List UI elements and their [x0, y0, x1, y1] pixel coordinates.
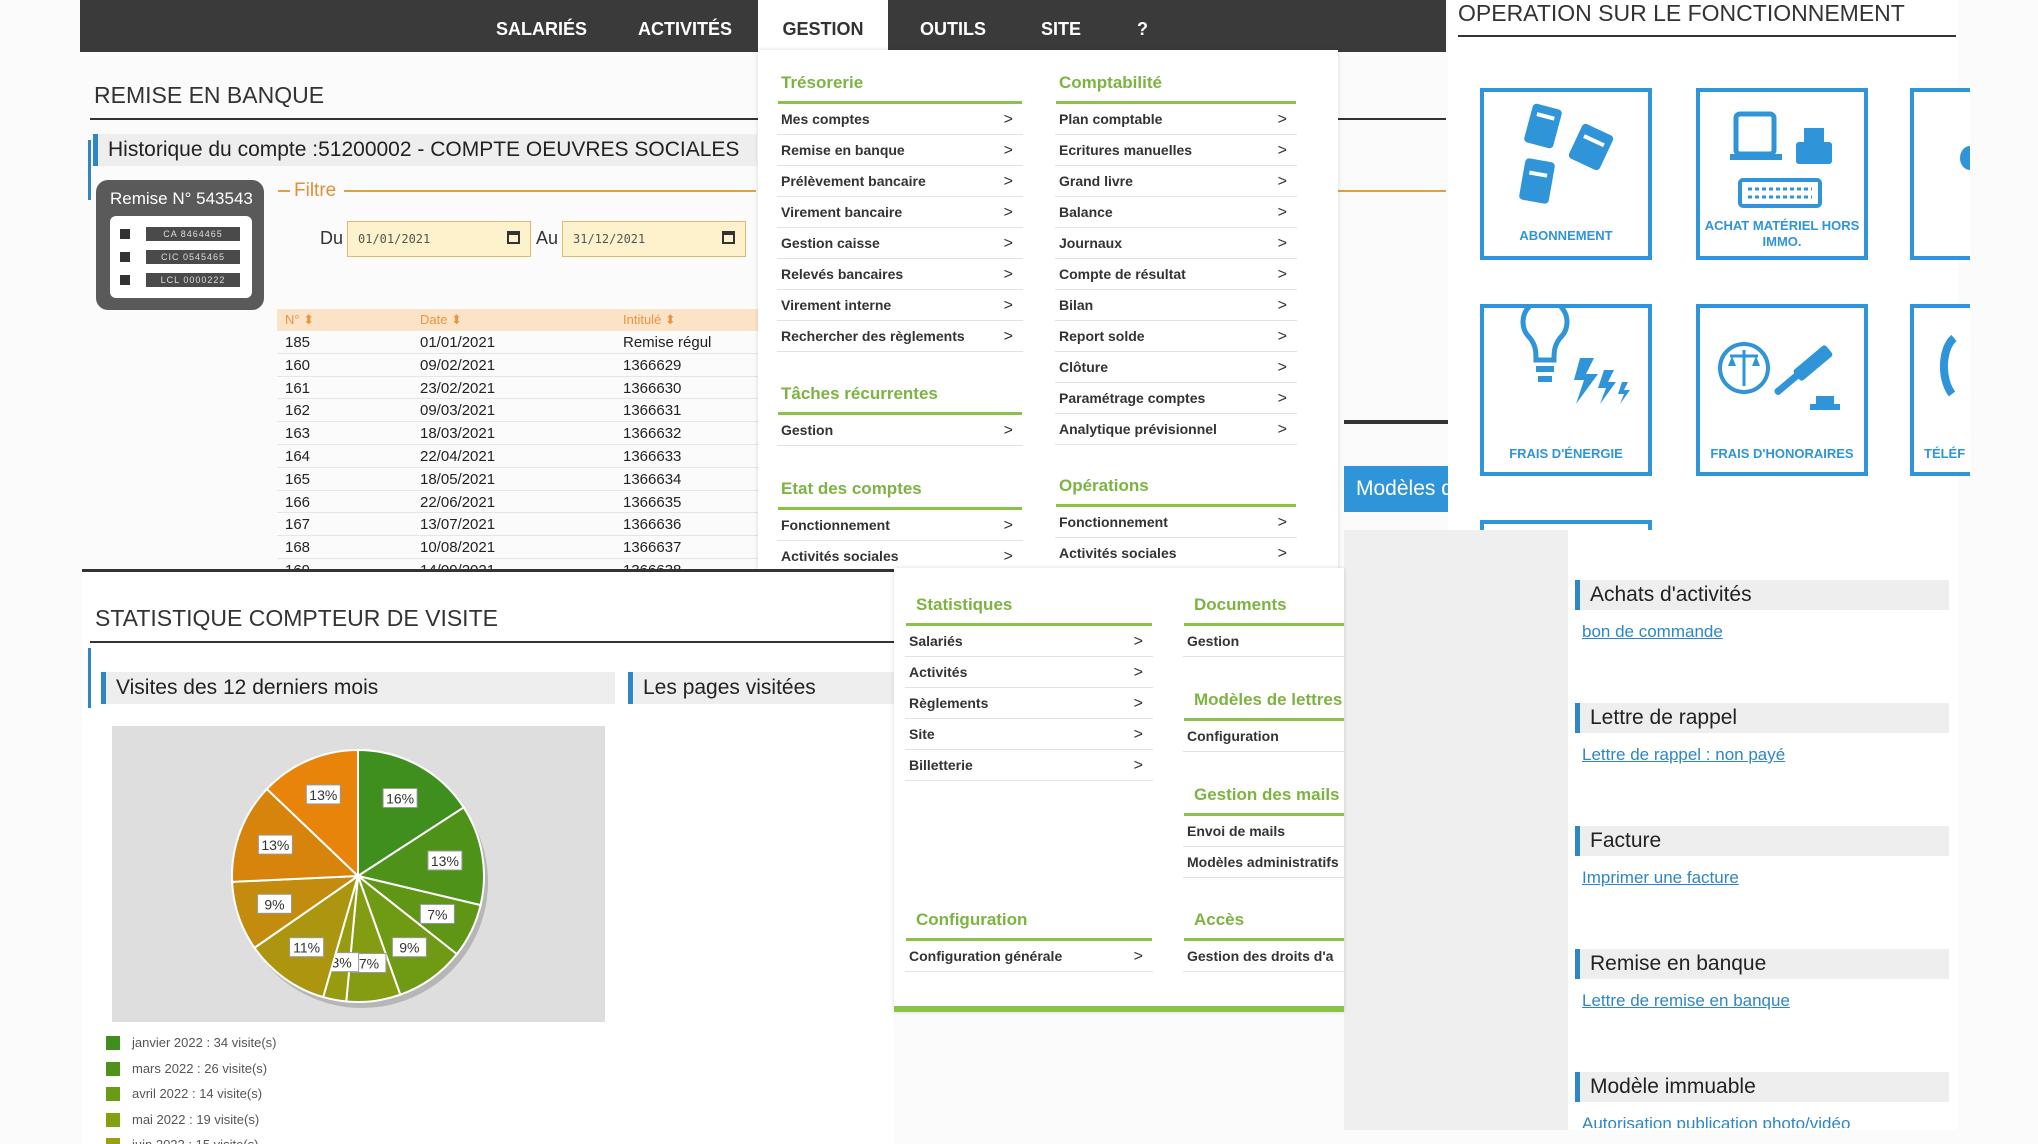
menu-item-label: Configuration: [1187, 728, 1279, 744]
pie-label-text: 13%: [309, 787, 337, 803]
pie-label-text: 11%: [293, 940, 320, 956]
document-link[interactable]: Autorisation publication photo/vidéo: [1582, 1114, 1850, 1128]
visits-panel-title: Visites des 12 derniers mois: [101, 672, 615, 704]
menu-item-label: Gestion des droits d'a: [1187, 948, 1334, 964]
screen: SALARIÉS ACTIVITÉS GESTION OUTILS SITE ?…: [0, 0, 2038, 1144]
menu-item-stats[interactable]: Activités >: [905, 657, 1153, 688]
pie-label: 9%: [256, 893, 292, 914]
pie-label: 16%: [382, 787, 418, 808]
stats-section-rule: [90, 641, 894, 643]
panel-accent: [88, 648, 91, 708]
pie-label: 11%: [289, 937, 325, 958]
menu-item-label: Configuration générale: [909, 948, 1063, 964]
pie-label-text: 16%: [386, 790, 414, 806]
pie-label: 13%: [427, 850, 463, 871]
chevron-right-icon: >: [1133, 633, 1143, 650]
menu-item-label: Salariés: [909, 633, 963, 649]
document-section-title: Lettre de rappel: [1575, 703, 1949, 733]
stats-section-title: STATISTIQUE COMPTEUR DE VISITE: [95, 605, 498, 631]
menu-head-gestion-mails: Gestion des mails: [1194, 785, 1340, 804]
document-link[interactable]: bon de commande: [1582, 622, 1723, 642]
pie-label-text: 13%: [261, 837, 289, 853]
visits-pie-chart: 16% 13% 7% 9% 7% 3% 11% 9% 13% 13%: [112, 726, 605, 1022]
menu-item-stats[interactable]: Règlements >: [905, 688, 1153, 719]
document-section-title: Modèle immuable: [1575, 1072, 1949, 1102]
document-section-title: Remise en banque: [1575, 949, 1949, 979]
menu-item-configuration[interactable]: Configuration générale >: [905, 941, 1153, 972]
menu-item-label: Billetterie: [909, 757, 973, 773]
menu-item-label: Règlements: [909, 695, 989, 711]
menu-item-gestion_mails[interactable]: Modèles administratifs>: [1183, 847, 1344, 878]
menu-head-documents: Documents: [1194, 595, 1287, 614]
menu-item-label: Modèles administratifs: [1187, 854, 1339, 870]
menu-item-gestion_mails[interactable]: Envoi de mails>: [1183, 816, 1344, 847]
menu-item-label: Site: [909, 726, 935, 742]
menu-head-configuration: Configuration: [916, 910, 1028, 929]
menu-item-label: Envoi de mails: [1187, 823, 1286, 839]
pie-label-text: 9%: [399, 940, 419, 956]
document-section-title: Facture: [1575, 826, 1949, 856]
pie-label-text: 9%: [264, 896, 284, 912]
pie-label: 7%: [419, 903, 455, 924]
menu-item-documents[interactable]: Gestion>: [1183, 626, 1344, 657]
menu-item-label: Gestion: [1187, 633, 1240, 649]
pages-panel-title: Les pages visitées: [628, 672, 894, 704]
menu-item-stats[interactable]: Billetterie >: [905, 750, 1153, 781]
menu-head-acces: Accès: [1194, 910, 1245, 929]
menu-item-acces[interactable]: Gestion des droits d'a>: [1183, 941, 1344, 972]
pie-label-text: 7%: [427, 906, 447, 922]
chevron-right-icon: >: [1133, 948, 1143, 965]
document-link[interactable]: Imprimer une facture: [1582, 868, 1739, 888]
pie-label-text: 7%: [359, 956, 379, 972]
menu-item-stats[interactable]: Salariés >: [905, 626, 1153, 657]
menu-item-modeles_lettres[interactable]: Configuration>: [1183, 721, 1344, 752]
document-section-title: Achats d'activités: [1575, 580, 1949, 610]
pie-label: 13%: [257, 834, 293, 855]
pie-label: 13%: [305, 784, 341, 805]
pie-label: 9%: [391, 937, 427, 958]
document-link[interactable]: Lettre de rappel : non payé: [1582, 745, 1785, 765]
chevron-right-icon: >: [1133, 664, 1143, 681]
pie-chart-svg: 16%13%7%9%7%3%11%9%13%13%: [231, 748, 488, 1008]
chevron-right-icon: >: [1133, 726, 1143, 743]
menu-head-statistiques: Statistiques: [916, 595, 1013, 614]
menu-head-modeles-lettres: Modèles de lettres: [1194, 690, 1343, 709]
pie-label-text: 13%: [431, 853, 459, 869]
chevron-right-icon: >: [1133, 757, 1143, 774]
menu-item-label: Activités: [909, 664, 968, 680]
document-link[interactable]: Lettre de remise en banque: [1582, 991, 1790, 1011]
gestion-mega-menu-lower: Statistiques Salariés > Activités > Règlemen…: [894, 568, 1344, 1012]
menu-item-stats[interactable]: Site >: [905, 719, 1153, 750]
chevron-right-icon: >: [1133, 695, 1143, 712]
